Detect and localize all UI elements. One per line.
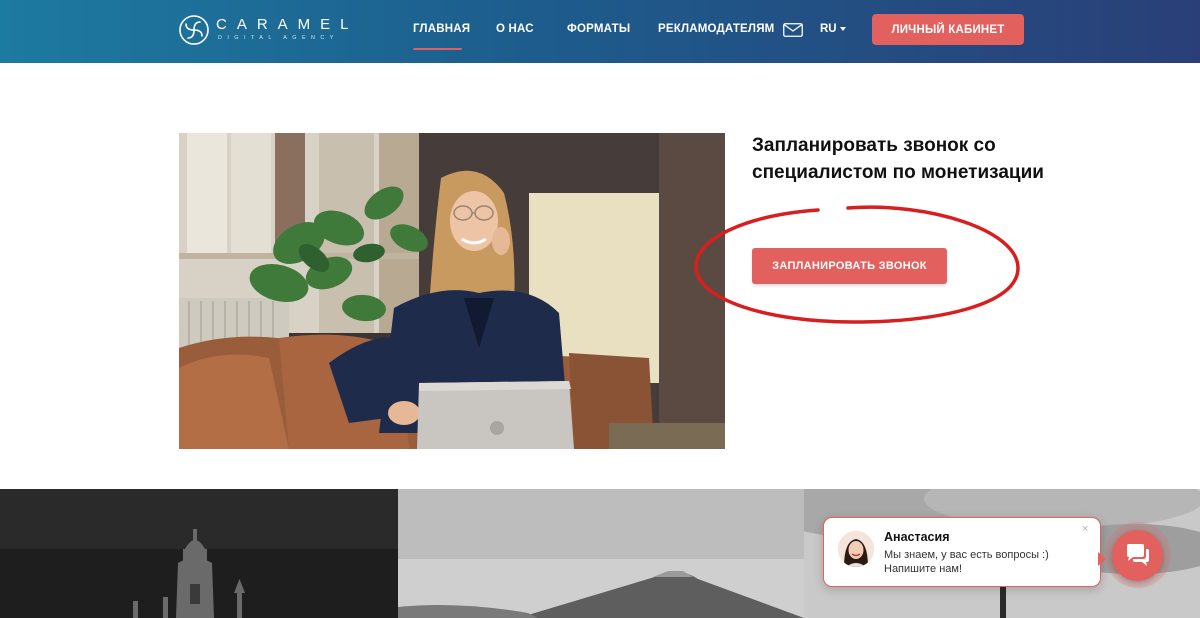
mail-icon[interactable] bbox=[783, 23, 803, 37]
chat-bubble-icon bbox=[1127, 544, 1149, 566]
schedule-call-button[interactable]: ЗАПЛАНИРОВАТЬ ЗВОНОК bbox=[752, 248, 947, 284]
chevron-down-icon[interactable] bbox=[840, 27, 846, 31]
nav-active-indicator bbox=[413, 48, 462, 50]
close-icon[interactable]: × bbox=[1082, 523, 1088, 535]
logo-name: CARAMEL bbox=[216, 16, 359, 33]
avatar bbox=[838, 531, 874, 567]
nav-item-formats[interactable]: ФОРМАТЫ bbox=[567, 23, 630, 35]
hero-photo bbox=[179, 133, 725, 449]
schedule-call-title: Запланировать звонок со специалистом по … bbox=[752, 135, 1044, 183]
personal-cabinet-button[interactable]: ЛИЧНЫЙ КАБИНЕТ bbox=[872, 14, 1024, 45]
chat-launcher-button[interactable] bbox=[1112, 530, 1163, 581]
tile-mountain-photo bbox=[398, 489, 804, 618]
chat-message-line1: Мы знаем, у вас есть вопросы :) bbox=[884, 549, 1049, 561]
nav-item-advertisers[interactable]: РЕКЛАМОДАТЕЛЯМ bbox=[658, 23, 774, 35]
logo[interactable]: CARAMEL DIGITAL AGENCY bbox=[178, 12, 358, 48]
language-selector[interactable]: RU bbox=[820, 23, 837, 35]
tile-moscow-photo bbox=[0, 489, 398, 618]
chat-message-line2: Напишите нам! bbox=[884, 563, 963, 575]
logo-subtitle: DIGITAL AGENCY bbox=[218, 35, 339, 41]
chat-popup[interactable]: Анастасия Мы знаем, у вас есть вопросы :… bbox=[823, 517, 1101, 587]
nav-item-about[interactable]: О НАС bbox=[496, 23, 534, 35]
site-header: CARAMEL DIGITAL AGENCY ГЛАВНАЯ О НАС ФОР… bbox=[0, 0, 1200, 63]
nav-item-home[interactable]: ГЛАВНАЯ bbox=[413, 23, 470, 35]
spiral-logo-icon bbox=[179, 15, 209, 45]
chat-agent-name: Анастасия bbox=[884, 530, 950, 544]
